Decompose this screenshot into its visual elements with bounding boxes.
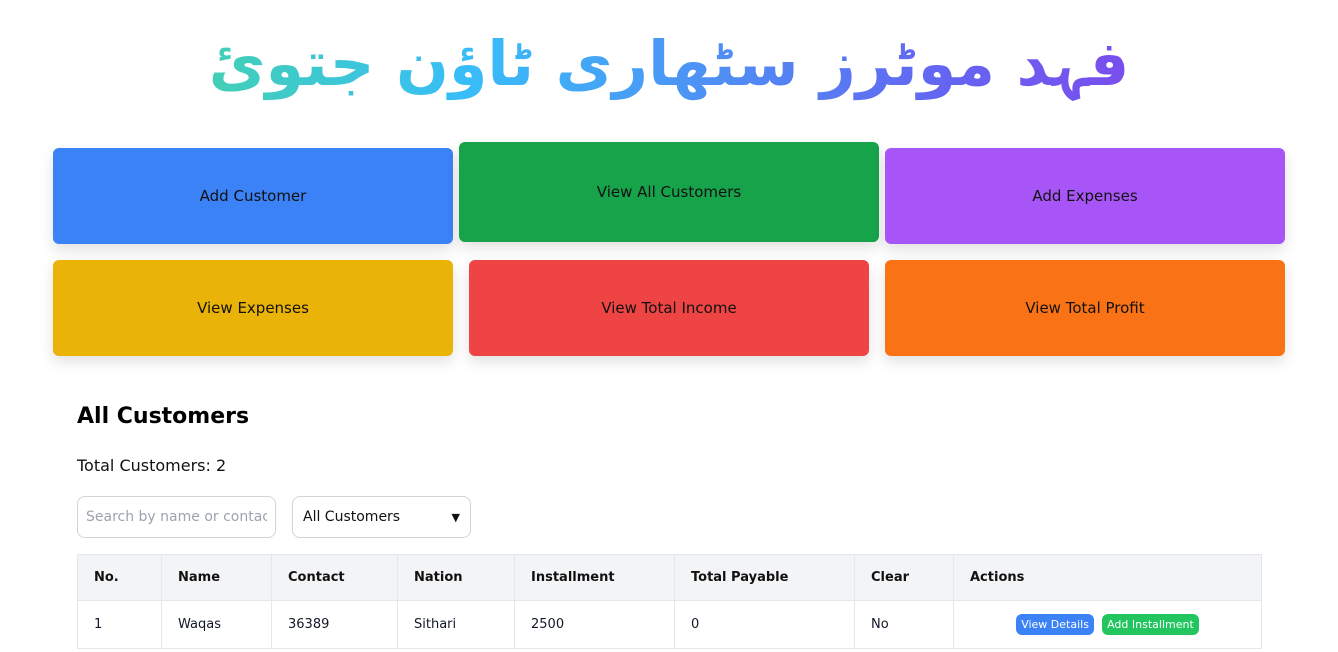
column-header-contact: Contact (271, 554, 398, 601)
column-header-actions: Actions (953, 554, 1262, 601)
column-header-total-payable: Total Payable (674, 554, 855, 601)
chevron-down-icon: ▼ (451, 510, 460, 524)
customer-filter-select[interactable]: All Customers ▼ (292, 496, 471, 538)
add-customer-button[interactable]: Add Customer (53, 148, 453, 244)
column-header-name: Name (161, 554, 272, 601)
section-heading: All Customers (77, 404, 250, 429)
page: فہد موٹرز سٹھاری ٹاؤن جتوئ Add Customer … (0, 0, 1338, 652)
add-installment-button[interactable]: Add Installment (1102, 614, 1199, 635)
view-details-button[interactable]: View Details (1016, 614, 1094, 635)
view-total-profit-button[interactable]: View Total Profit (885, 260, 1285, 356)
cell-actions: View Details Add Installment (953, 600, 1262, 649)
cell-installment: 2500 (514, 600, 675, 649)
table-header-row: No. Name Contact Nation Installment Tota… (77, 554, 1262, 601)
cell-nation: Sithari (397, 600, 515, 649)
column-header-nation: Nation (397, 554, 515, 601)
column-header-installment: Installment (514, 554, 675, 601)
view-total-income-button[interactable]: View Total Income (469, 260, 869, 356)
cell-no: 1 (77, 600, 162, 649)
cell-total-payable: 0 (674, 600, 855, 649)
search-input[interactable] (77, 496, 276, 538)
total-customers-count: Total Customers: 2 (77, 456, 227, 475)
cell-name: Waqas (161, 600, 272, 649)
add-expenses-button[interactable]: Add Expenses (885, 148, 1285, 244)
column-header-clear: Clear (854, 554, 954, 601)
view-all-customers-button[interactable]: View All Customers (459, 142, 879, 242)
column-header-no: No. (77, 554, 162, 601)
page-title: فہد موٹرز سٹھاری ٹاؤن جتوئ (0, 18, 1338, 110)
view-expenses-button[interactable]: View Expenses (53, 260, 453, 356)
customers-table: No. Name Contact Nation Installment Tota… (77, 554, 1262, 649)
customer-filter-value: All Customers (303, 509, 401, 525)
table-row: 1 Waqas 36389 Sithari 2500 0 No View Det… (77, 600, 1262, 649)
cell-contact: 36389 (271, 600, 398, 649)
cell-clear: No (854, 600, 954, 649)
